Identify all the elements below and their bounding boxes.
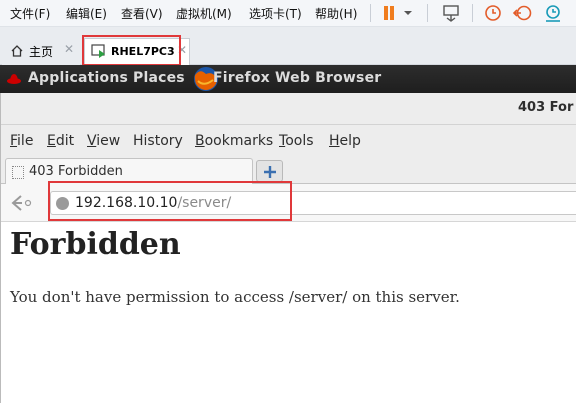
applications-menu[interactable]: Applications <box>28 70 128 86</box>
page-message: You don't have permission to access /ser… <box>10 288 460 306</box>
menu-edit[interactable]: Edit <box>47 133 74 149</box>
home-icon <box>10 43 24 62</box>
vm-menu-edit[interactable]: 编辑(E) <box>66 5 107 22</box>
menu-file[interactable]: File <box>10 133 33 149</box>
pause-icon[interactable] <box>378 3 400 23</box>
tab-home-label: 主页 <box>29 45 54 59</box>
vm-menu-vm[interactable]: 虚拟机(M) <box>176 5 232 22</box>
back-button[interactable] <box>7 192 35 214</box>
new-tab-button[interactable] <box>256 160 283 182</box>
toolbar-divider <box>370 4 371 22</box>
plus-icon <box>264 166 276 178</box>
menu-help[interactable]: Help <box>329 133 361 149</box>
places-menu[interactable]: Places <box>133 70 185 86</box>
snapshot-manager-icon[interactable] <box>542 3 564 23</box>
menu-bookmarks[interactable]: Bookmarks <box>195 133 273 149</box>
firefox-titlebar[interactable]: 403 For <box>1 93 576 125</box>
menu-tools[interactable]: Tools <box>279 133 314 149</box>
firefox-menubar: File Edit View History Bookmarks Tools H… <box>1 125 576 155</box>
vm-menu-file[interactable]: 文件(F) <box>10 5 50 22</box>
send-ctrl-alt-del-icon[interactable] <box>440 3 462 23</box>
vm-menu-help[interactable]: 帮助(H) <box>315 5 357 22</box>
menu-history[interactable]: History <box>133 133 183 149</box>
highlight-box <box>82 35 181 66</box>
tab-home[interactable]: 主页 ✕ <box>2 38 80 65</box>
menu-view[interactable]: View <box>87 133 120 149</box>
page-content: Forbidden You don't have permission to a… <box>1 222 576 403</box>
toolbar-divider <box>427 4 428 22</box>
vm-menu-tabs[interactable]: 选项卡(T) <box>249 5 302 22</box>
page-favicon-icon <box>12 166 24 179</box>
vm-menu-view[interactable]: 查看(V) <box>121 5 163 22</box>
revert-snapshot-icon[interactable] <box>512 3 534 23</box>
active-app-title[interactable]: Firefox Web Browser <box>213 70 381 86</box>
window-title: 403 For <box>518 100 574 115</box>
chevron-down-icon[interactable] <box>400 3 416 23</box>
toolbar-divider <box>472 4 473 22</box>
page-heading: Forbidden <box>10 227 181 262</box>
firefox-tabstrip: 403 Forbidden <box>1 155 576 185</box>
firefox-window: 403 For File Edit View History Bookmarks… <box>0 93 576 403</box>
snapshot-icon[interactable] <box>482 3 504 23</box>
back-arrow-icon <box>11 195 32 211</box>
vmware-menubar: 文件(F) 编辑(E) 查看(V) 虚拟机(M) 选项卡(T) 帮助(H) <box>0 0 576 27</box>
browser-tab-title: 403 Forbidden <box>29 164 123 179</box>
gnome-top-panel: Applications Places Firefox Web Browser <box>0 65 576 93</box>
highlight-box <box>48 181 292 221</box>
redhat-icon <box>6 71 22 91</box>
close-icon[interactable]: ✕ <box>64 42 74 56</box>
